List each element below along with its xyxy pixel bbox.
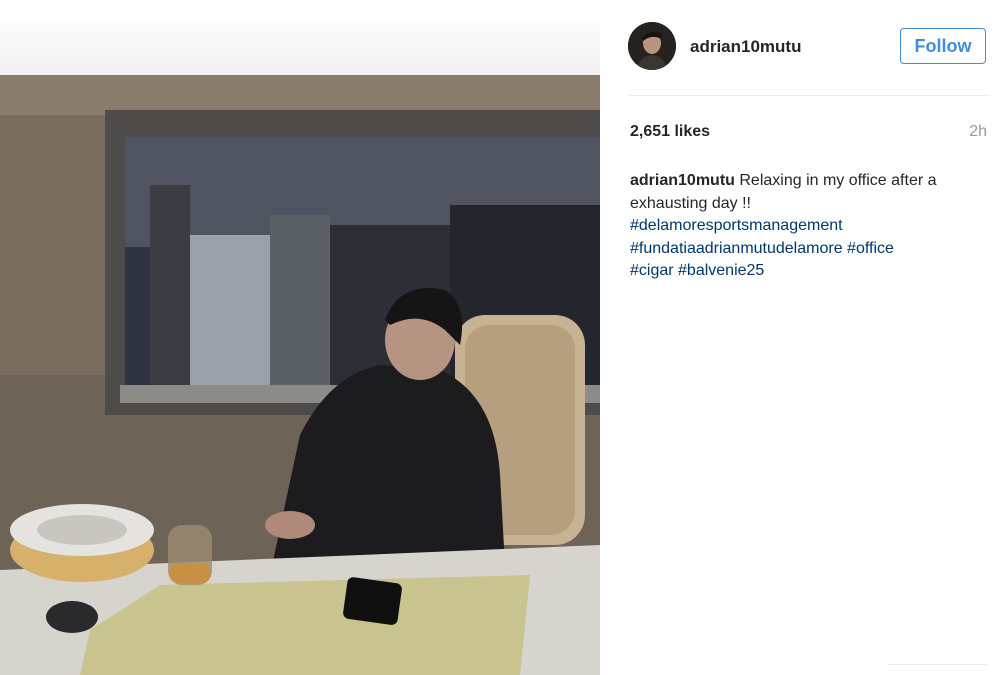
post-caption: adrian10mutu Relaxing in my office after…	[630, 170, 970, 283]
post-sidebar: adrian10mutu Follow 2,651 likes 2h adria…	[600, 0, 995, 675]
hashtag-cigar[interactable]: #cigar	[630, 262, 674, 279]
hashtag-delamoresportsmanagement[interactable]: #delamoresportsmanagement	[630, 217, 843, 234]
avatar[interactable]	[628, 22, 676, 70]
username[interactable]: adrian10mutu	[690, 37, 801, 57]
post-timestamp[interactable]: 2h	[969, 123, 987, 141]
likes-count[interactable]: 2,651 likes	[630, 123, 710, 141]
hashtag-fundatiaadrianmutudelamore[interactable]: #fundatiaadrianmutudelamore	[630, 240, 843, 257]
background-strip	[0, 20, 600, 75]
caption-username[interactable]: adrian10mutu	[630, 172, 735, 189]
hashtag-office[interactable]: #office	[847, 240, 894, 257]
follow-button[interactable]: Follow	[900, 28, 986, 64]
office-photo-image	[0, 75, 600, 675]
divider	[628, 95, 990, 96]
divider-bottom	[888, 664, 988, 665]
post-photo[interactable]	[0, 75, 600, 675]
avatar-image	[628, 22, 676, 70]
hashtag-balvenie25[interactable]: #balvenie25	[678, 262, 764, 279]
